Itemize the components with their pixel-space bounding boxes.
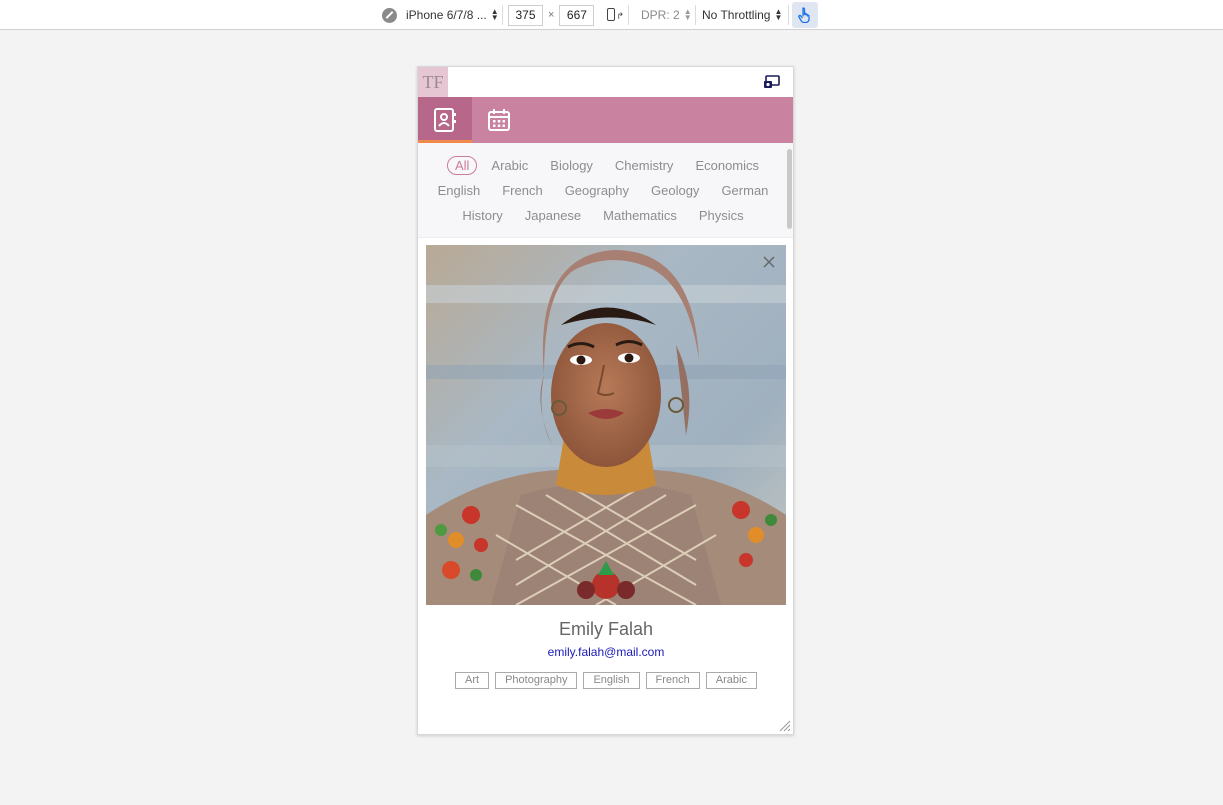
app-header: TF: [418, 67, 793, 97]
dimension-separator: ×: [548, 9, 555, 21]
filter-chip-english[interactable]: English: [438, 183, 481, 198]
filter-chip-all[interactable]: All: [446, 155, 478, 175]
resize-handle-icon[interactable]: [779, 720, 791, 732]
app-navbar: [418, 97, 793, 143]
viewport-height-input[interactable]: 667: [559, 4, 595, 26]
filter-chip-geology[interactable]: Geology: [651, 183, 699, 198]
profile-card: Emily Falah emily.falah@mail.com Art Pho…: [426, 245, 786, 725]
filter-row: All Arabic Biology Chemistry Economics: [418, 155, 788, 175]
projector-icon[interactable]: [763, 74, 781, 90]
nav-contacts[interactable]: [418, 97, 472, 143]
calendar-icon: [488, 109, 510, 131]
nav-calendar[interactable]: [472, 97, 526, 143]
filter-chip-physics[interactable]: Physics: [699, 208, 744, 223]
device-mode-icon: [382, 7, 397, 23]
filter-chip-geography[interactable]: Geography: [565, 183, 629, 198]
filter-chip-biology[interactable]: Biology: [550, 158, 593, 173]
profile-name: Emily Falah: [558, 619, 654, 639]
close-icon[interactable]: [762, 255, 776, 269]
filter-scrollbar[interactable]: [787, 149, 792, 229]
contacts-icon: [434, 108, 456, 132]
profile-tag: Art: [455, 672, 490, 689]
filter-chip-mathematics[interactable]: Mathematics: [603, 208, 677, 223]
filter-chip-economics[interactable]: Economics: [695, 158, 759, 173]
profile-tag: French: [645, 672, 700, 689]
subject-filter-bar: All Arabic Biology Chemistry Economics E…: [418, 143, 793, 238]
filter-row: English French Geography Geology German: [418, 180, 788, 200]
profile-email[interactable]: emily.falah@mail.com: [426, 645, 786, 659]
filter-chip-french[interactable]: French: [502, 183, 542, 198]
filter-chip-chemistry[interactable]: Chemistry: [615, 158, 674, 173]
throttling-label: No Throttling: [702, 8, 771, 22]
devtools-device-toolbar: iPhone 6/7/8 ... ▲ ▼ 375 × 667 ↱ DPR: 2 ▲…: [0, 0, 1223, 30]
profile-tag: Photography: [495, 672, 578, 689]
throttling-dropdown-icon: ▲ ▼: [774, 7, 783, 22]
viewport-width-input[interactable]: 375: [508, 4, 543, 26]
profile-tags: Art Photography English French Arabic: [426, 672, 786, 689]
filter-chip-history[interactable]: History: [462, 208, 502, 223]
profile-tag: English: [583, 672, 640, 689]
device-selector[interactable]: iPhone 6/7/8 ... ▲ ▼: [382, 0, 499, 30]
profile-tag: Arabic: [705, 672, 757, 689]
filter-chip-german[interactable]: German: [721, 183, 768, 198]
filter-chip-japanese[interactable]: Japanese: [525, 208, 581, 223]
device-viewport: TF All Arabic Biology Chemistry Economic…: [417, 66, 794, 735]
touch-emulation-button[interactable]: [792, 2, 818, 28]
dpr-dropdown-icon: ▲ ▼: [683, 7, 692, 22]
device-name: iPhone 6/7/8 ...: [406, 8, 487, 22]
filter-row: History Japanese Mathematics Physics: [418, 205, 788, 225]
dpr-selector[interactable]: DPR: 2 ▲ ▼: [641, 0, 692, 30]
filter-chip-arabic[interactable]: Arabic: [491, 158, 528, 173]
throttling-selector[interactable]: No Throttling ▲ ▼: [702, 0, 782, 30]
hand-pointer-icon: [798, 7, 810, 23]
device-dropdown-icon: ▲ ▼: [490, 7, 499, 22]
rotate-icon[interactable]: ↱: [604, 6, 624, 24]
profile-photo: [426, 245, 786, 605]
app-logo[interactable]: TF: [418, 67, 448, 97]
dpr-label: DPR: 2: [641, 8, 680, 22]
